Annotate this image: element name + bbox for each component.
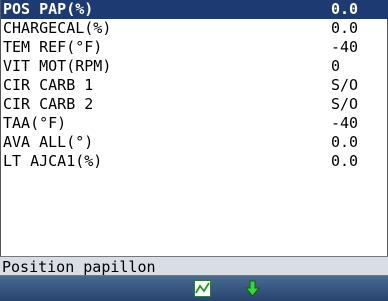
pid-row[interactable]: CHARGECAL(%) 0.0 (1, 19, 388, 38)
pid-row[interactable]: CIR CARB 2 S/O (1, 95, 388, 114)
pid-value: S/O (331, 76, 359, 94)
pid-label: CIR CARB 2 (3, 95, 94, 113)
pid-label: CHARGECAL(%) (3, 19, 112, 37)
pid-label: AVA ALL(°) (3, 133, 94, 151)
pid-row[interactable]: TAA(°F) -40 (1, 114, 388, 133)
scroll-down-arrow-icon[interactable] (244, 280, 261, 297)
function-toolbar (0, 276, 388, 301)
pid-value: 0 (331, 57, 341, 75)
pid-row[interactable]: POS PAP(%) 0.0 (1, 0, 388, 19)
pid-label: POS PAP(%) (3, 0, 94, 18)
graph-icon[interactable] (194, 280, 211, 297)
pid-label: CIR CARB 1 (3, 76, 94, 94)
pid-value: 0.0 (331, 0, 359, 18)
pid-value: -40 (331, 38, 359, 56)
pid-label: LT AJCA1(%) (3, 152, 103, 170)
pid-label: TAA(°F) (3, 114, 67, 132)
pid-value: 0.0 (331, 133, 359, 151)
pid-row[interactable]: AVA ALL(°) 0.0 (1, 133, 388, 152)
status-bar: Position papillon (0, 256, 388, 276)
pid-data-list: POS PAP(%) 0.0 CHARGECAL(%) 0.0 TEM REF(… (0, 0, 388, 256)
scan-tool-screen: POS PAP(%) 0.0 CHARGECAL(%) 0.0 TEM REF(… (0, 0, 388, 301)
pid-value: 0.0 (331, 19, 359, 37)
pid-label: VIT MOT(RPM) (3, 57, 112, 75)
pid-row[interactable]: TEM REF(°F) -40 (1, 38, 388, 57)
pid-value: -40 (331, 114, 359, 132)
pid-value: S/O (331, 95, 359, 113)
pid-value: 0.0 (331, 152, 359, 170)
pid-row[interactable]: CIR CARB 1 S/O (1, 76, 388, 95)
pid-label: TEM REF(°F) (3, 38, 103, 56)
pid-row[interactable]: VIT MOT(RPM) 0 (1, 57, 388, 76)
pid-row[interactable]: LT AJCA1(%) 0.0 (1, 152, 388, 171)
